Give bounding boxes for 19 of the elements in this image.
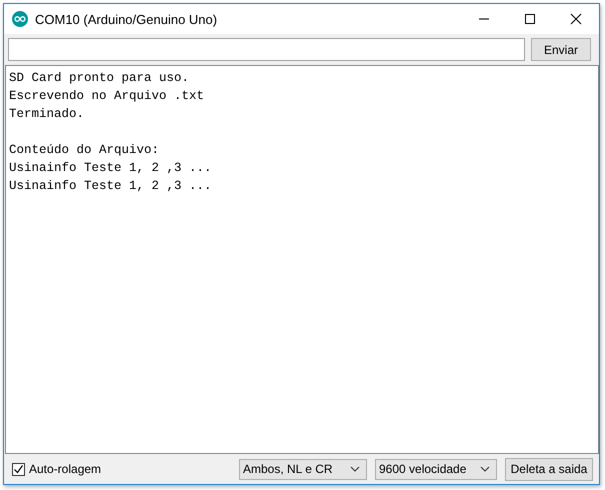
line-ending-dropdown[interactable]: Ambos, NL e CR [239,458,367,480]
output-line: SD Card pronto para uso. [9,70,190,87]
output-line: Usinainfo Teste 1, 2 ,3 ... [9,178,212,195]
close-icon [570,13,582,25]
output-line: Terminado. [9,106,84,123]
autoscroll-checkbox[interactable] [12,462,25,476]
maximize-icon [524,13,536,25]
window-title: COM10 (Arduino/Genuino Uno) [35,12,218,26]
app-logo-icon [12,11,28,27]
output-line: Conteúdo do Arquivo: [9,142,160,159]
baud-rate-dropdown[interactable]: 9600 velocidade [375,458,497,480]
send-button[interactable]: Enviar [530,38,591,61]
chevron-down-icon [350,466,360,472]
clear-output-button[interactable]: Deleta a saida [505,458,593,480]
output-line: Escrevendo no Arquivo .txt [9,88,204,105]
chevron-down-icon [480,466,490,472]
output-line: Usinainfo Teste 1, 2 ,3 ... [9,160,212,177]
send-input-field[interactable] [8,38,525,61]
autoscroll-label: Auto-rolagem [29,462,102,476]
